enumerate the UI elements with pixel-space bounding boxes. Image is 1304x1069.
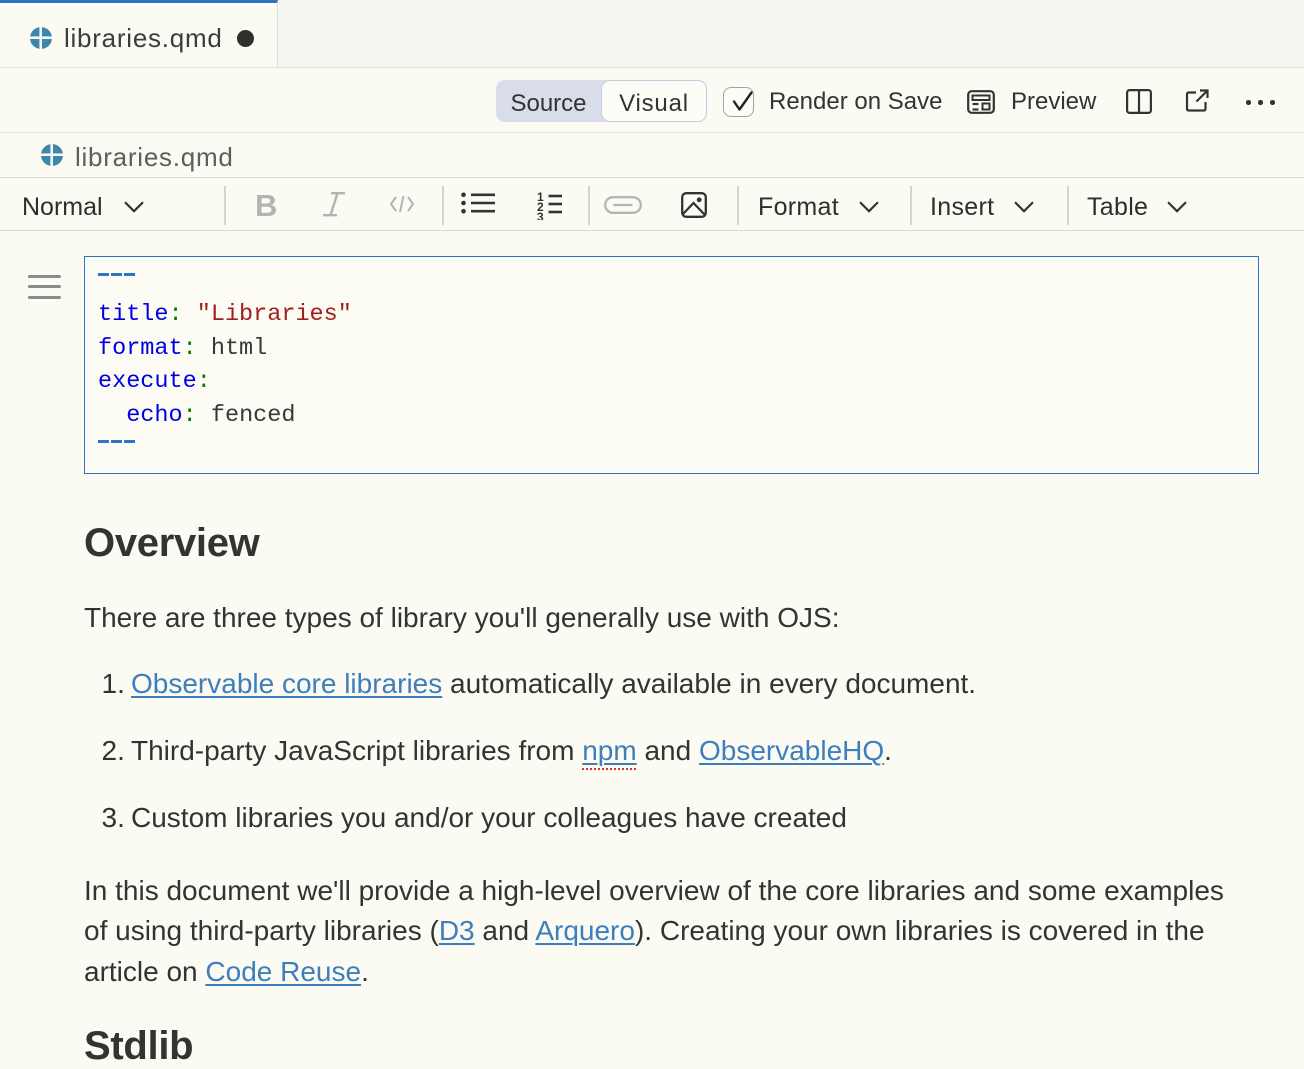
svg-text:3: 3 [537,210,544,220]
